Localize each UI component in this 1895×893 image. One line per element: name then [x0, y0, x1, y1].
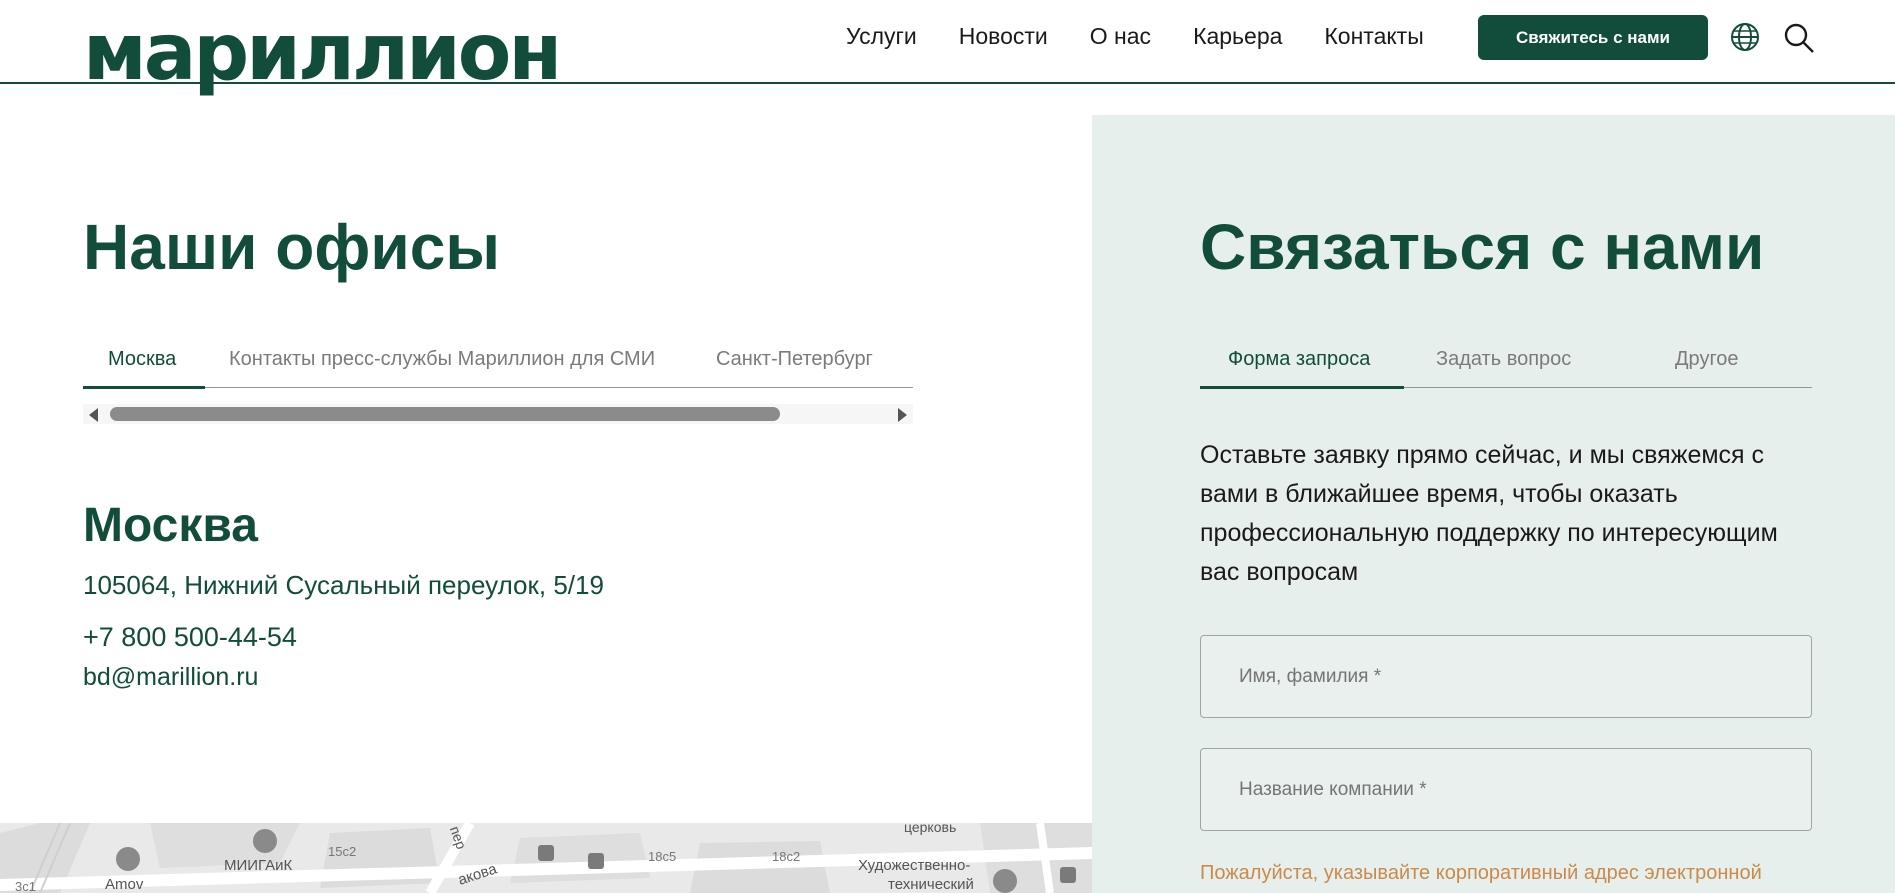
corporate-email-hint: Пожалуйста, указывайте корпоративный адр… [1200, 862, 1762, 884]
map-label: МИИГАиК [224, 857, 293, 874]
contact-tabs: Форма запроса Задать вопрос Другое [1200, 340, 1812, 389]
tab-other[interactable]: Другое [1675, 348, 1739, 371]
map-label: 18с5 [648, 849, 676, 864]
map-label: 18с2 [772, 849, 800, 864]
contact-us-button[interactable]: Свяжитесь с нами [1478, 15, 1708, 60]
full-name-field[interactable] [1200, 635, 1812, 718]
nav-link-contacts[interactable]: Контакты [1324, 22, 1423, 50]
tab-moscow[interactable]: Москва [108, 348, 176, 371]
scroll-right-arrow-icon[interactable] [898, 408, 907, 422]
contact-title: Связаться с нами [1200, 211, 1765, 283]
map-label: 15с2 [328, 844, 356, 859]
office-address: 105064, Нижний Сусальный переулок, 5/19 [83, 570, 604, 600]
map-label: Художественно- [858, 857, 970, 874]
active-form-tab-indicator [1200, 386, 1404, 389]
nav-link-news[interactable]: Новости [959, 22, 1048, 50]
form-intro-text: Оставьте заявку прямо сейчас, и мы свяже… [1200, 441, 1778, 586]
map-label: технический [888, 876, 974, 893]
scrollbar-thumb[interactable] [110, 407, 780, 421]
office-map[interactable]: Amov МИИГАиК 15с2 18с5 18с2 Художественн… [0, 823, 1092, 893]
nav-link-about[interactable]: О нас [1090, 22, 1151, 50]
logo[interactable]: мариллион [83, 14, 562, 92]
map-label: 3с1 [15, 879, 36, 893]
scroll-left-arrow-icon[interactable] [89, 408, 98, 422]
globe-icon[interactable] [1730, 22, 1760, 52]
map-label: церковь [904, 823, 956, 835]
office-phone[interactable]: +7 800 500-44-54 [83, 622, 297, 653]
site-header: мариллион Услуги Новости О нас Карьера К… [0, 0, 1895, 92]
main-nav: Услуги Новости О нас Карьера Контакты [846, 22, 1424, 50]
active-tab-indicator [83, 386, 205, 389]
offices-title: Наши офисы [83, 211, 500, 283]
nav-link-services[interactable]: Услуги [846, 22, 917, 50]
office-tabs: Москва Контакты пресс-службы Мариллион д… [83, 340, 913, 389]
search-icon[interactable] [1783, 22, 1815, 54]
map-graphic: Amov МИИГАиК 15с2 18с5 18с2 Художественн… [0, 823, 1092, 893]
nav-link-career[interactable]: Карьера [1193, 22, 1282, 50]
tab-request-form[interactable]: Форма запроса [1228, 348, 1370, 371]
office-email[interactable]: bd@marillion.ru [83, 663, 258, 692]
tab-ask-question[interactable]: Задать вопрос [1436, 348, 1571, 371]
tab-press-service[interactable]: Контакты пресс-службы Мариллион для СМИ [229, 348, 655, 371]
company-name-field[interactable] [1200, 748, 1812, 831]
tabs-scrollbar[interactable] [83, 404, 913, 424]
map-label: Amov [105, 876, 144, 893]
city-title: Москва [83, 499, 258, 552]
tab-saint-petersburg[interactable]: Санкт-Петербург [716, 348, 873, 371]
